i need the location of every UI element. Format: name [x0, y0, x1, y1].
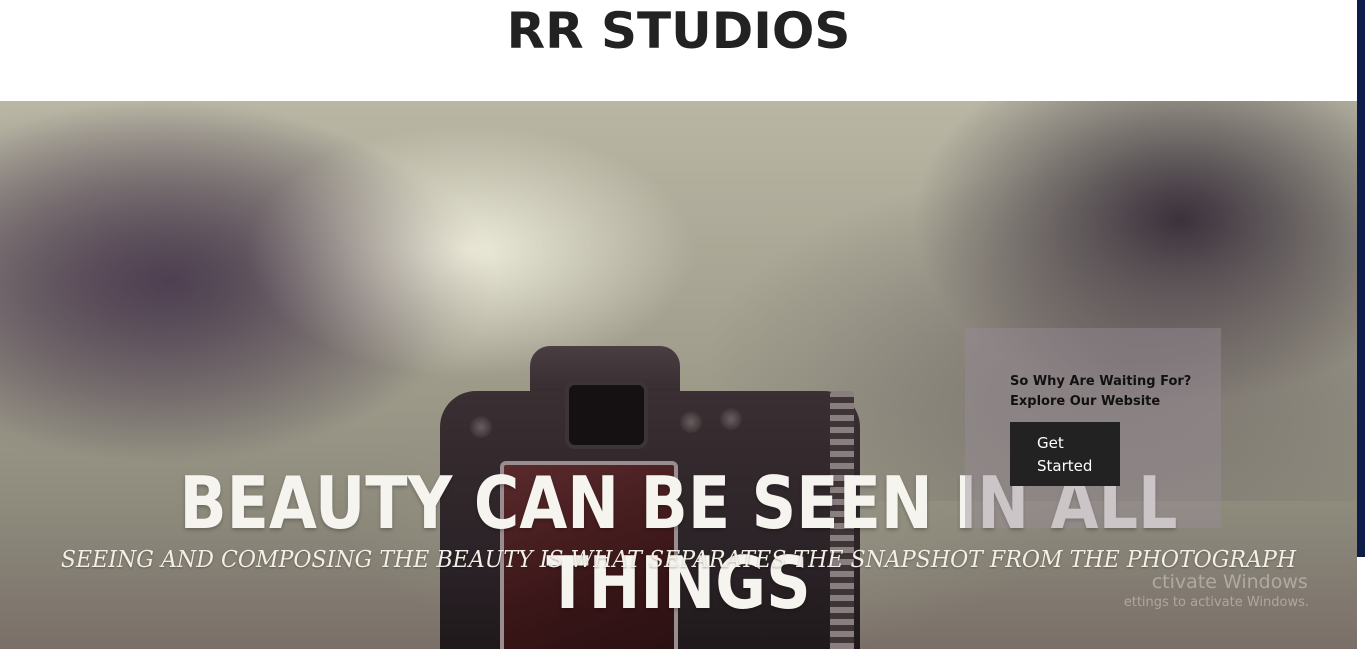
background-mountain-left	[0, 101, 500, 461]
get-started-button[interactable]: Get Started	[1010, 422, 1120, 486]
cta-panel: So Why Are Waiting For? Explore Our Webs…	[965, 328, 1221, 528]
site-header: RR STUDIOS	[0, 0, 1357, 101]
windows-activation-watermark: ctivate Windows ettings to activate Wind…	[1124, 571, 1309, 610]
camera-dial	[720, 408, 742, 430]
cta-text: So Why Are Waiting For? Explore Our Webs…	[1010, 374, 1192, 409]
watermark-subtitle: ettings to activate Windows.	[1123, 595, 1309, 610]
site-title: RR STUDIOS	[506, 2, 851, 60]
watermark-title: ctivate Windows	[1151, 571, 1308, 593]
scrollbar[interactable]	[1357, 0, 1365, 557]
camera-viewfinder	[565, 381, 648, 449]
camera-dial	[470, 416, 492, 438]
page: RR STUDIOS BEAUTY CAN BE SEEN IN ALL THI…	[0, 0, 1365, 649]
hero-subheadline: SEEING AND COMPOSING THE BEAUTY IS WHAT …	[60, 547, 1297, 573]
camera-dial	[680, 411, 702, 433]
